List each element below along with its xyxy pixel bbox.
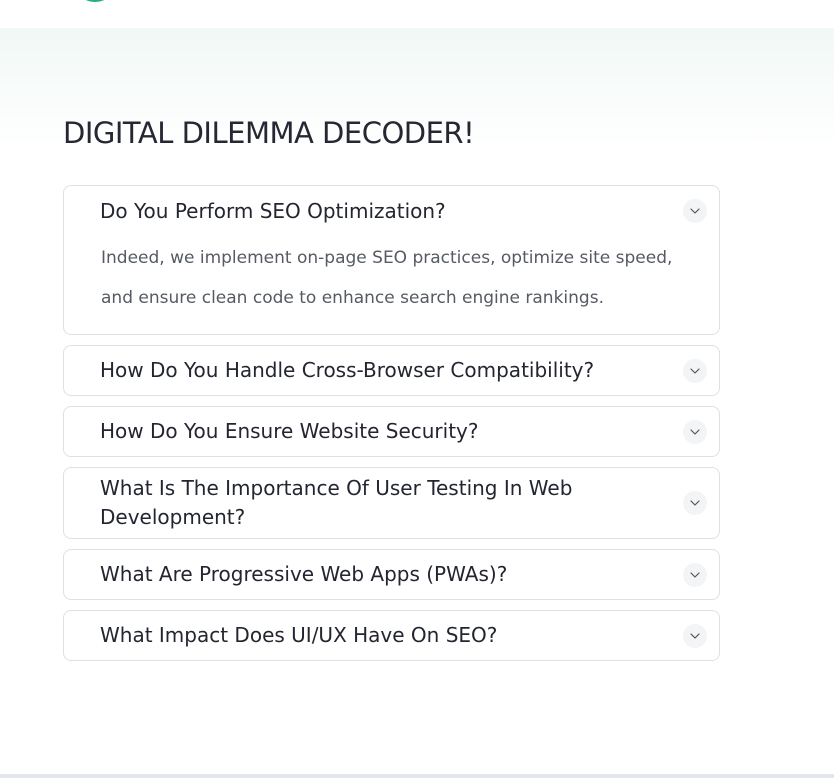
- chevron-down-icon[interactable]: [683, 562, 707, 587]
- faq-accordion: Do You Perform SEO Optimization? Indeed,…: [63, 185, 720, 671]
- faq-item-pwas: What Are Progressive Web Apps (PWAs)?: [63, 549, 720, 600]
- faq-item-seo-optimization: Do You Perform SEO Optimization? Indeed,…: [63, 185, 720, 335]
- faq-question: How Do You Handle Cross-Browser Compatib…: [100, 358, 595, 382]
- section-title: DIGITAL DILEMMA DECODER!: [63, 116, 475, 150]
- faq-question: Do You Perform SEO Optimization?: [100, 198, 446, 223]
- faq-question: What Impact Does UI/UX Have On SEO?: [100, 623, 498, 647]
- faq-item-uiux-seo: What Impact Does UI/UX Have On SEO?: [63, 610, 720, 661]
- faq-toggle-pwas[interactable]: What Are Progressive Web Apps (PWAs)?: [64, 550, 719, 599]
- faq-answer: Indeed, we implement on-page SEO practic…: [101, 248, 673, 308]
- logo-icon[interactable]: [73, 0, 117, 2]
- chevron-down-icon[interactable]: [683, 199, 707, 223]
- top-navigation-bar: [0, 0, 834, 28]
- faq-question: What Are Progressive Web Apps (PWAs)?: [100, 562, 508, 586]
- faq-item-user-testing: What Is The Importance Of User Testing I…: [63, 467, 720, 539]
- faq-toggle-cross-browser[interactable]: How Do You Handle Cross-Browser Compatib…: [64, 346, 719, 395]
- faq-toggle-seo-optimization[interactable]: Do You Perform SEO Optimization?: [64, 186, 719, 236]
- faq-toggle-uiux-seo[interactable]: What Impact Does UI/UX Have On SEO?: [64, 611, 719, 660]
- faq-question: What Is The Importance Of User Testing I…: [100, 476, 573, 529]
- faq-item-website-security: How Do You Ensure Website Security?: [63, 406, 720, 457]
- faq-item-cross-browser: How Do You Handle Cross-Browser Compatib…: [63, 345, 720, 396]
- faq-toggle-website-security[interactable]: How Do You Ensure Website Security?: [64, 407, 719, 456]
- faq-question: How Do You Ensure Website Security?: [100, 419, 479, 443]
- chevron-down-icon[interactable]: [683, 358, 707, 383]
- chevron-down-icon[interactable]: [683, 623, 707, 648]
- chevron-down-icon[interactable]: [683, 491, 707, 515]
- faq-toggle-user-testing[interactable]: What Is The Importance Of User Testing I…: [64, 468, 719, 538]
- section-divider: [0, 774, 834, 778]
- chevron-down-icon[interactable]: [683, 419, 707, 444]
